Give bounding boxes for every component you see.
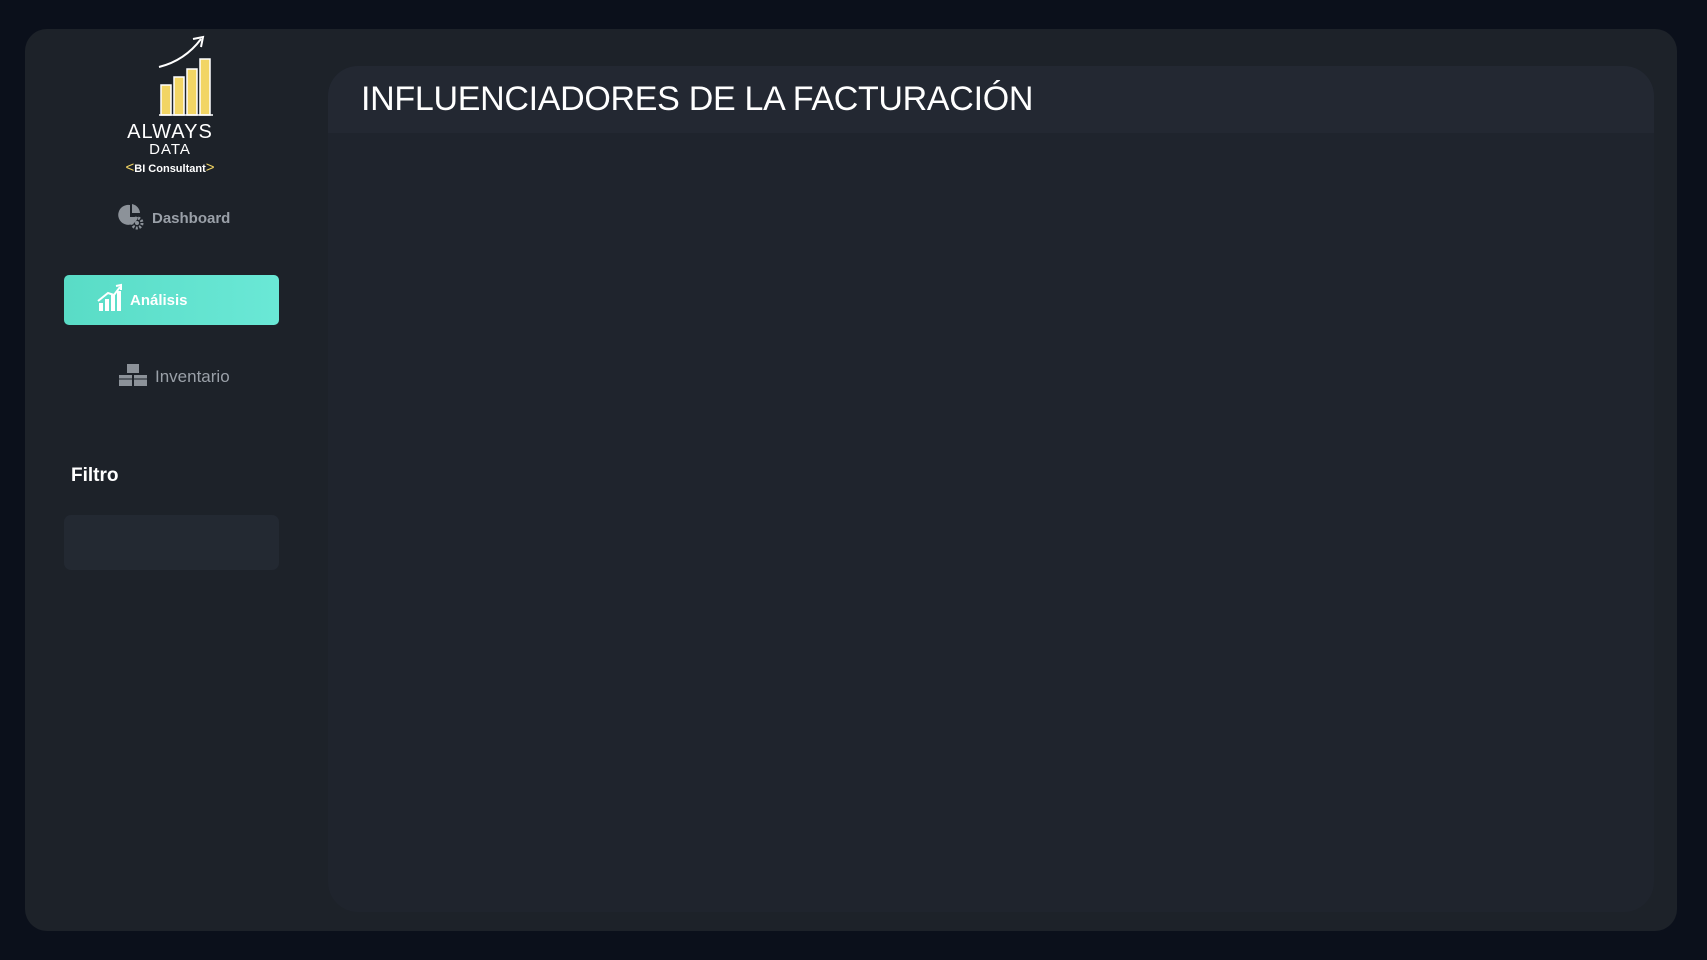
nav-item-dashboard[interactable]: Dashboard xyxy=(64,193,279,243)
logo-bracket-right: > xyxy=(205,159,215,176)
logo-subtitle: BI Consultant xyxy=(134,163,206,175)
bar-chart-up-icon xyxy=(96,283,124,318)
nav-item-analisis[interactable]: Análisis xyxy=(64,275,279,325)
main-header: INFLUENCIADORES DE LA FACTURACIÓN xyxy=(328,66,1654,133)
filter-slicer[interactable] xyxy=(64,515,279,570)
nav-label-inventario: Inventario xyxy=(155,367,230,386)
brand-logo: ALWAYS DATA <BI Consultant> xyxy=(115,35,245,176)
logo-bracket-left: < xyxy=(125,159,135,176)
logo-text-data: DATA xyxy=(149,141,191,158)
logo-text-consultant: <BI Consultant> xyxy=(115,159,225,176)
nav-label-analisis: Análisis xyxy=(130,291,188,309)
filter-title: Filtro xyxy=(71,465,119,486)
sidebar: ALWAYS DATA <BI Consultant> Dashboard An… xyxy=(25,29,325,931)
boxes-icon xyxy=(117,362,149,393)
nav-item-inventario[interactable]: Inventario xyxy=(64,352,279,402)
nav-label-dashboard: Dashboard xyxy=(152,209,231,227)
main-card: INFLUENCIADORES DE LA FACTURACIÓN xyxy=(328,66,1654,912)
app-frame: ALWAYS DATA <BI Consultant> Dashboard An… xyxy=(25,29,1677,931)
logo-chart-icon xyxy=(158,35,213,116)
page-title: INFLUENCIADORES DE LA FACTURACIÓN xyxy=(361,80,1034,118)
pie-chart-gear-icon xyxy=(116,201,146,236)
